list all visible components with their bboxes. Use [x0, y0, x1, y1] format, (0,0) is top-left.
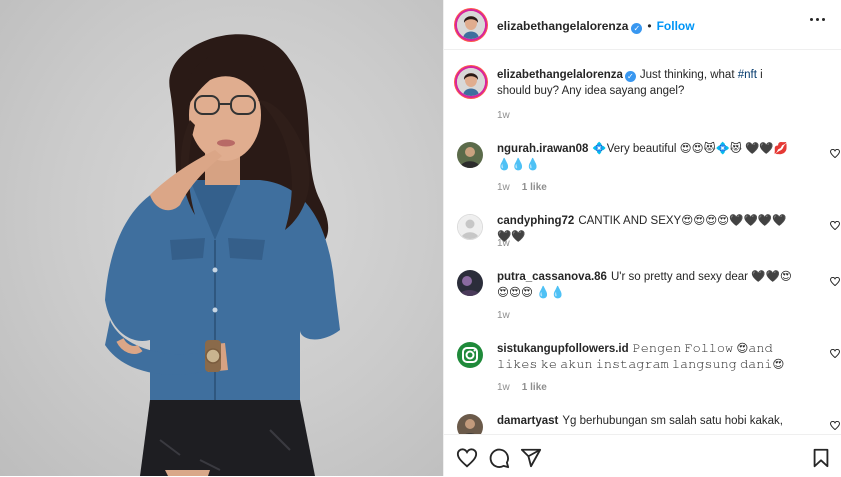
post-header: elizabethangelalorenza ✓ • Follow	[444, 0, 841, 50]
comment-item: putra_cassanova.86 U'r so pretty and sexy…	[456, 269, 840, 329]
post-sidebar: elizabethangelalorenza ✓ • Follow elizab…	[443, 0, 841, 476]
default-avatar-icon	[458, 215, 482, 239]
instagram-logo-icon	[457, 342, 483, 368]
commenter-avatar[interactable]	[457, 142, 483, 168]
follow-button[interactable]: Follow	[657, 19, 695, 33]
author-username[interactable]: elizabethangelalorenza	[497, 19, 628, 33]
comment-item: sistukangupfollowers.id 𝙿𝚎𝚗𝚐𝚎𝚗 𝙵𝚘𝚕𝚕𝚘𝚠 😍𝚊𝚗…	[456, 341, 840, 401]
heart-icon[interactable]	[830, 421, 840, 430]
bookmark-icon[interactable]	[810, 447, 832, 469]
instagram-post: elizabethangelalorenza ✓ • Follow elizab…	[0, 0, 841, 476]
commenter-avatar[interactable]	[457, 214, 483, 240]
commenter-username[interactable]: sistukangupfollowers.id	[497, 343, 629, 355]
heart-icon[interactable]	[830, 221, 840, 230]
comment-item: candyphing72 CANTIK AND SEXY😍😍😍😍🖤🖤🖤🖤🖤🖤 1w	[456, 213, 840, 257]
caption-avatar-image	[457, 68, 485, 96]
commenter-avatar-image	[457, 142, 483, 168]
paper-plane-icon[interactable]	[520, 447, 542, 469]
comment-item: damartyast Yg berhubungan sm salah satu h…	[456, 413, 840, 434]
comment-text: damartyast Yg berhubungan sm salah satu h…	[497, 413, 797, 429]
verified-badge-icon: ✓	[624, 71, 636, 82]
hashtag-link[interactable]: #nft	[738, 69, 757, 81]
caption-text: elizabethangelalorenza ✓ Just thinking, wh…	[497, 67, 797, 99]
post-photo[interactable]	[0, 0, 443, 476]
commenter-username[interactable]: candyphing72	[497, 215, 574, 227]
commenter-username[interactable]: damartyast	[497, 415, 558, 427]
more-icon[interactable]	[810, 18, 826, 22]
header-info: elizabethangelalorenza ✓ • Follow	[497, 17, 695, 35]
comment-meta: 1w 1 like	[497, 182, 559, 193]
commenter-username[interactable]: putra_cassanova.86	[497, 271, 607, 283]
comment-meta: 1w	[497, 238, 522, 249]
commenter-avatar[interactable]	[457, 414, 483, 434]
commenter-avatar[interactable]	[457, 342, 483, 368]
action-bar	[444, 434, 841, 477]
heart-icon[interactable]	[830, 349, 840, 358]
comment-text: candyphing72 CANTIK AND SEXY😍😍😍😍🖤🖤🖤🖤🖤🖤	[497, 213, 797, 245]
commenter-avatar-image	[457, 270, 483, 296]
comment-text: putra_cassanova.86 U'r so pretty and sexy…	[497, 269, 797, 301]
commenter-avatar-image	[457, 414, 483, 434]
comment-meta: 1w	[497, 310, 522, 321]
commenter-avatar[interactable]	[457, 270, 483, 296]
comments-list[interactable]: elizabethangelalorenza ✓ Just thinking, wh…	[444, 50, 841, 434]
comment-time[interactable]: 1w	[497, 182, 510, 193]
comment-meta: 1w 1 like	[497, 382, 559, 393]
comment-text: sistukangupfollowers.id 𝙿𝚎𝚗𝚐𝚎𝚗 𝙵𝚘𝚕𝚕𝚘𝚠 😍𝚊𝚗…	[497, 341, 797, 373]
caption-meta: 1w	[497, 110, 522, 121]
comment-item: ngurah.irawan08 💠Very beautiful 😍😍😻💠😻 🖤🖤💋…	[456, 141, 840, 201]
caption-username[interactable]: elizabethangelalorenza	[497, 69, 623, 81]
comment-time[interactable]: 1w	[497, 238, 510, 249]
portrait-illustration	[105, 34, 340, 476]
author-avatar[interactable]	[457, 11, 485, 39]
verified-badge-icon: ✓	[631, 23, 643, 34]
heart-icon[interactable]	[830, 277, 840, 286]
comment-likes[interactable]: 1 like	[522, 182, 547, 193]
comment-text: ngurah.irawan08 💠Very beautiful 😍😍😻💠😻 🖤🖤💋…	[497, 141, 797, 173]
caption: elizabethangelalorenza ✓ Just thinking, wh…	[456, 67, 826, 127]
comment-time[interactable]: 1w	[497, 310, 510, 321]
comment-icon[interactable]	[488, 447, 510, 469]
caption-avatar[interactable]	[457, 68, 485, 96]
heart-icon[interactable]	[830, 149, 840, 158]
comment-likes[interactable]: 1 like	[522, 382, 547, 393]
author-avatar-image	[457, 11, 485, 39]
comment-time[interactable]: 1w	[497, 382, 510, 393]
commenter-username[interactable]: ngurah.irawan08	[497, 143, 588, 155]
caption-text-start: Just thinking, what	[639, 69, 738, 81]
caption-time[interactable]: 1w	[497, 110, 510, 121]
heart-icon[interactable]	[456, 447, 478, 469]
separator-dot: •	[647, 19, 652, 33]
comment-body: Yg berhubungan sm salah satu hobi kakak,	[562, 415, 783, 427]
